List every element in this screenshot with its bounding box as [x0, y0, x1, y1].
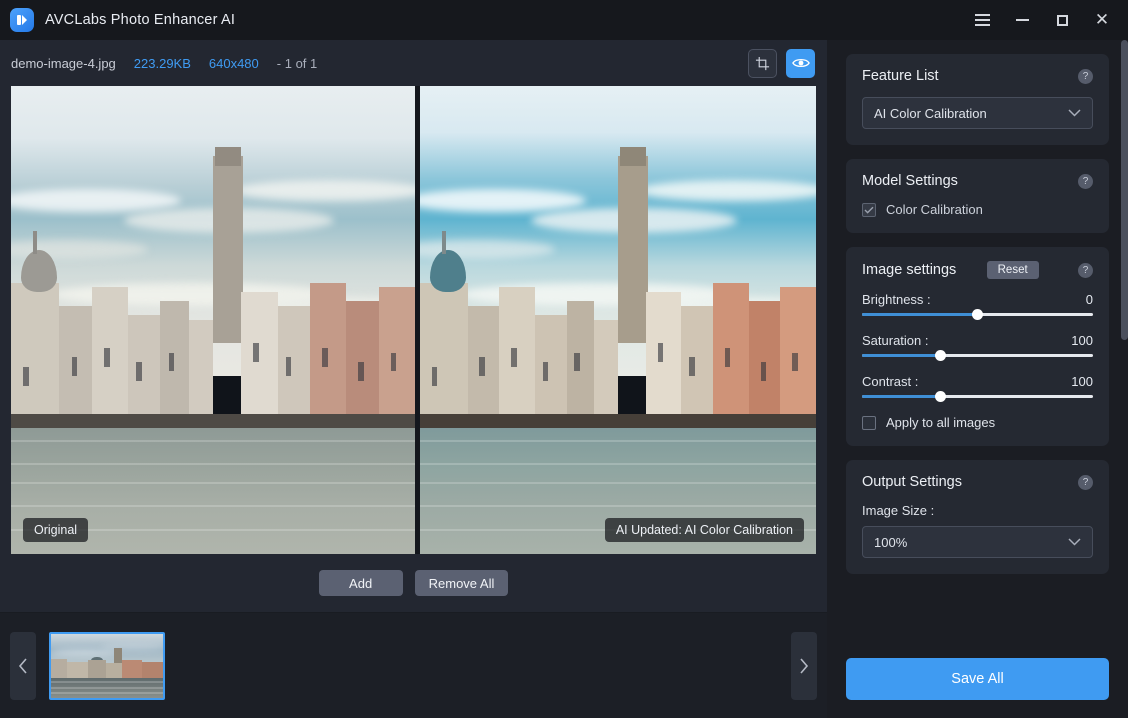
panel-scrollbar[interactable]: [1121, 40, 1128, 640]
saturation-label: Saturation :: [862, 333, 929, 348]
contrast-slider[interactable]: [862, 391, 1093, 402]
crop-button[interactable]: [748, 48, 777, 78]
feature-select[interactable]: AI Color Calibration: [862, 97, 1093, 129]
enhanced-preview-pane[interactable]: AI Updated: AI Color Calibration: [420, 86, 816, 554]
original-image: [11, 86, 415, 554]
color-calibration-checkbox[interactable]: [862, 202, 876, 217]
thumbnail-item[interactable]: [49, 631, 165, 700]
feature-select-value: AI Color Calibration: [874, 105, 987, 121]
file-name: demo-image-4.jpg: [11, 55, 116, 71]
image-size-value: 100%: [874, 534, 908, 550]
close-button[interactable]: ✕: [1082, 1, 1122, 39]
save-all-button[interactable]: Save All: [846, 658, 1109, 700]
preview-area: Original AI Updated: AI Color Calibratio…: [11, 86, 816, 554]
image-size-select[interactable]: 100%: [862, 526, 1093, 558]
brightness-value: 0: [1085, 292, 1093, 307]
hamburger-icon: [974, 14, 990, 26]
apply-to-all-label: Apply to all images: [886, 415, 996, 430]
maximize-button[interactable]: [1042, 1, 1082, 39]
brightness-slider[interactable]: [862, 309, 1093, 320]
maximize-icon: [1056, 14, 1068, 26]
brightness-label: Brightness :: [862, 292, 931, 307]
original-badge: Original: [23, 518, 89, 542]
panel-scrollbar-thumb[interactable]: [1121, 40, 1128, 340]
contrast-label: Contrast :: [862, 374, 919, 389]
output-settings-title: Output Settings: [862, 474, 962, 490]
remove-all-button[interactable]: Remove All: [414, 570, 509, 596]
feature-list-help-icon[interactable]: ?: [1078, 68, 1093, 84]
chevron-right-icon: [800, 657, 809, 674]
original-preview-pane[interactable]: Original: [11, 86, 415, 554]
apply-to-all-row[interactable]: Apply to all images: [862, 415, 1093, 430]
minimize-icon: [1015, 19, 1029, 21]
window-controls: ✕: [962, 1, 1122, 39]
enhanced-badge: AI Updated: AI Color Calibration: [604, 518, 804, 542]
app-title: AVCLabs Photo Enhancer AI: [45, 12, 236, 28]
file-counter: - 1 of 1: [276, 55, 318, 71]
crop-icon: [755, 56, 770, 70]
contrast-value: 100: [1071, 374, 1093, 389]
chevron-down-icon: [1068, 109, 1081, 117]
settings-scroll-area: Feature List ? AI Color Calibration Mode…: [827, 40, 1128, 640]
output-settings-card: Output Settings ? Image Size : 100%: [846, 460, 1109, 574]
thumbnail-strip: [0, 612, 827, 718]
settings-panel: Feature List ? AI Color Calibration Mode…: [827, 40, 1128, 718]
image-settings-title: Image settings: [862, 262, 957, 278]
model-settings-card: Model Settings ? Color Calibration: [846, 159, 1109, 233]
add-button[interactable]: Add: [318, 570, 403, 596]
image-settings-help-icon[interactable]: ?: [1077, 262, 1093, 278]
close-icon: ✕: [1094, 9, 1110, 30]
preview-toggle-button[interactable]: [786, 48, 815, 78]
thumbnail-list: [36, 631, 791, 700]
file-dimensions: 640x480: [208, 55, 259, 71]
check-icon: [864, 206, 874, 214]
next-thumbnail-button[interactable]: [791, 631, 817, 700]
saturation-value: 100: [1071, 333, 1093, 348]
file-info-bar: demo-image-4.jpg 223.29KB 640x480 - 1 of…: [0, 40, 827, 86]
image-size-label: Image Size :: [862, 503, 935, 518]
feature-list-title: Feature List: [862, 68, 939, 84]
feature-list-card: Feature List ? AI Color Calibration: [846, 54, 1109, 145]
file-size: 223.29KB: [133, 55, 191, 71]
eye-icon: [791, 58, 810, 68]
saturation-slider[interactable]: [862, 350, 1093, 361]
preview-actions: [748, 48, 815, 78]
panel-footer: Save All: [827, 640, 1128, 718]
app-body: demo-image-4.jpg 223.29KB 640x480 - 1 of…: [0, 40, 1128, 718]
output-settings-help-icon[interactable]: ?: [1078, 474, 1093, 490]
model-settings-title: Model Settings: [862, 173, 958, 189]
title-bar: AVCLabs Photo Enhancer AI ✕: [0, 0, 1128, 40]
apply-to-all-checkbox[interactable]: [862, 415, 876, 430]
app-logo-icon: [10, 8, 34, 32]
chevron-down-icon: [1068, 538, 1081, 546]
minimize-button[interactable]: [1002, 1, 1042, 39]
prev-thumbnail-button[interactable]: [10, 631, 36, 700]
color-calibration-label: Color Calibration: [886, 202, 983, 217]
model-settings-help-icon[interactable]: ?: [1078, 173, 1093, 189]
app-window: AVCLabs Photo Enhancer AI ✕ demo-image-4…: [0, 0, 1128, 718]
menu-button[interactable]: [962, 1, 1002, 39]
workspace: demo-image-4.jpg 223.29KB 640x480 - 1 of…: [0, 40, 827, 718]
color-calibration-checkbox-row[interactable]: Color Calibration: [862, 202, 1093, 217]
chevron-left-icon: [18, 657, 27, 674]
image-toolbar: Add Remove All: [0, 554, 827, 612]
image-settings-card: Image settings Reset ? Brightness : 0 Sa…: [846, 247, 1109, 446]
enhanced-image: [420, 86, 816, 554]
reset-button[interactable]: Reset: [986, 261, 1039, 279]
